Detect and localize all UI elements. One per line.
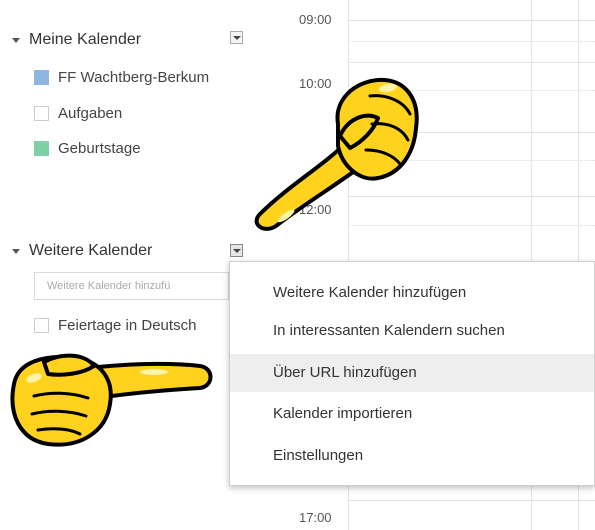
time-label: 17:00 [299, 510, 332, 525]
calendar-item-label: Aufgaben [58, 105, 123, 122]
hour-line [348, 20, 595, 21]
calendar-color-swatch[interactable] [34, 141, 49, 156]
time-label: 09:00 [299, 12, 332, 27]
add-calendar-input[interactable]: Weitere Kalender hinzufü [34, 272, 229, 300]
other-calendars-dropdown-menu: Weitere Kalender hinzufügen In interessa… [229, 261, 595, 486]
hour-line [348, 500, 595, 501]
calendar-color-swatch[interactable] [34, 106, 49, 121]
menu-item-settings[interactable]: Einstellungen [230, 437, 594, 475]
half-hour-line [348, 41, 595, 42]
menu-item-add-by-url[interactable]: Über URL hinzufügen [230, 354, 594, 392]
my-calendars-header[interactable]: Meine Kalender [12, 31, 141, 49]
menu-item-import-calendar[interactable]: Kalender importieren [230, 395, 594, 433]
calendar-item-feiertage[interactable]: Feiertage in Deutsch [34, 317, 196, 334]
other-calendars-title: Weitere Kalender [29, 242, 153, 259]
calendar-item-geburtstage[interactable]: Geburtstage [34, 140, 141, 157]
other-calendars-menu-button[interactable] [230, 244, 243, 257]
other-calendars-header[interactable]: Weitere Kalender [12, 242, 152, 260]
calendar-item-label: FF Wachtberg-Berkum [58, 69, 210, 86]
triangle-down-icon[interactable] [12, 37, 20, 43]
calendar-color-swatch[interactable] [34, 70, 49, 85]
calendar-item-aufgaben[interactable]: Aufgaben [34, 105, 122, 122]
my-calendars-menu-button[interactable] [230, 31, 243, 44]
calendar-item-ff-wachtberg[interactable]: FF Wachtberg-Berkum [34, 69, 209, 86]
calendar-item-label: Geburtstage [58, 140, 141, 157]
triangle-down-icon[interactable] [12, 248, 20, 254]
calendar-color-swatch[interactable] [34, 318, 49, 333]
menu-item-add-calendars[interactable]: Weitere Kalender hinzufügen [230, 274, 594, 312]
hour-line [348, 62, 595, 63]
pointing-hand-icon [10, 353, 213, 447]
pointing-hand-icon [254, 77, 419, 231]
my-calendars-title: Meine Kalender [29, 31, 142, 48]
calendar-item-label: Feiertage in Deutsch [58, 317, 197, 334]
menu-item-search-calendars[interactable]: In interessanten Kalendern suchen [230, 312, 594, 350]
